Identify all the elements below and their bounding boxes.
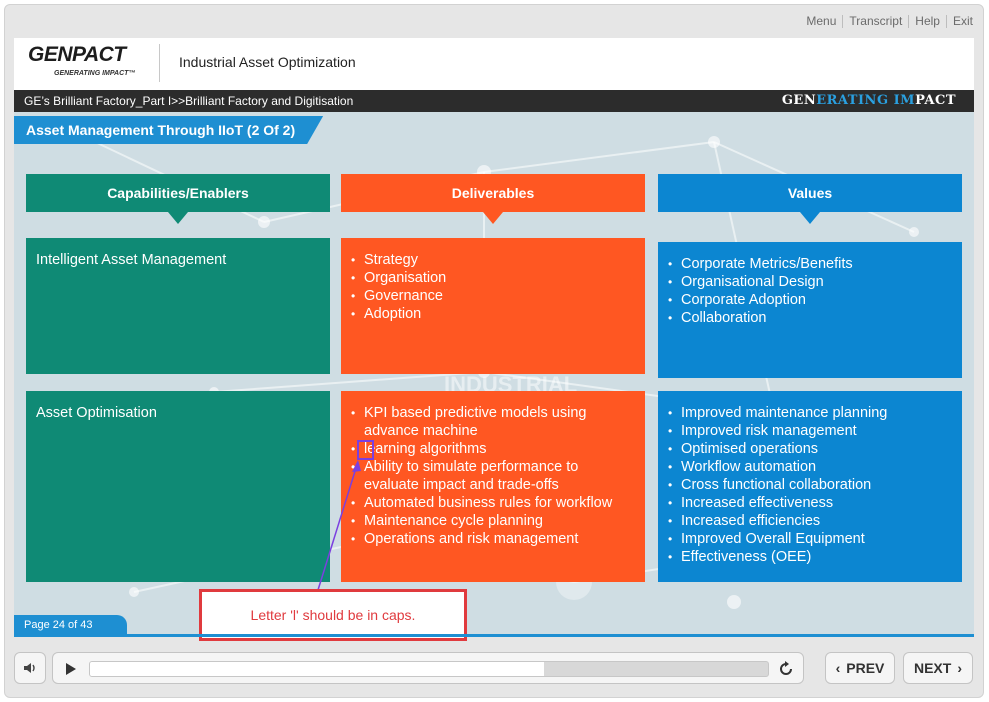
header-arrow: [168, 212, 188, 224]
breadcrumb-bar: GE’s Brilliant Factory_Part I>>Brilliant…: [14, 90, 974, 112]
help-link[interactable]: Help: [915, 14, 940, 28]
nav-separator: [908, 14, 910, 28]
values-list: Improved maintenance planning Improved r…: [668, 404, 954, 566]
breadcrumb: GE’s Brilliant Factory_Part I>>Brilliant…: [24, 94, 354, 108]
slide-title: Asset Management Through IIoT (2 Of 2): [26, 122, 296, 138]
chevron-right-icon: ›: [957, 660, 962, 676]
nav-separator: [842, 14, 844, 28]
column-header-values: Values: [658, 174, 962, 224]
play-icon[interactable]: [61, 660, 79, 678]
column-header-deliverables: Deliverables: [341, 174, 645, 224]
deliverables-list: KPI based predictive models using advanc…: [351, 404, 637, 548]
course-header: GENPACT GENERATING IMPACT™ Industrial As…: [14, 38, 974, 90]
header-divider: [159, 44, 160, 82]
list-item: Improved risk management: [668, 422, 954, 440]
page-indicator: Page 24 of 43: [14, 615, 127, 636]
tagline-part: IM: [893, 93, 916, 108]
cell-values-2: Improved maintenance planning Improved r…: [658, 391, 962, 582]
list-item: Improved Overall Equipment: [668, 530, 954, 548]
replay-icon[interactable]: [777, 660, 795, 678]
list-item: Effectiveness (OEE): [668, 548, 954, 566]
list-item: Adoption: [351, 305, 637, 323]
nav-separator: [945, 14, 947, 28]
exit-link[interactable]: Exit: [953, 14, 973, 28]
list-item: Corporate Metrics/Benefits: [668, 255, 954, 273]
list-item: Workflow automation: [668, 458, 954, 476]
column-header-label: Values: [787, 185, 833, 201]
speaker-icon: [24, 663, 35, 673]
error-highlight-box: [357, 440, 374, 460]
tagline-part: GEN: [781, 93, 817, 108]
list-item: Collaboration: [668, 309, 954, 327]
cell-capability-1: Intelligent Asset Management: [26, 238, 330, 374]
column-header-label: Deliverables: [451, 185, 535, 201]
list-item: Optimised operations: [668, 440, 954, 458]
stage-bottom-line: [14, 634, 974, 637]
column-header-capabilities: Capabilities/Enablers: [26, 174, 330, 224]
top-navigation: Menu Transcript Help Exit: [806, 14, 973, 28]
genpact-logo: GENPACT: [28, 43, 126, 66]
tagline-part: PACT: [915, 93, 956, 108]
progress-track[interactable]: [89, 661, 769, 677]
logo-tagline: GENERATING IMPACT™: [54, 70, 136, 77]
cell-deliverables-1: Strategy Organisation Governance Adoptio…: [341, 238, 645, 374]
list-item: Increased effectiveness: [668, 494, 954, 512]
list-item: learning algorithms: [351, 440, 637, 458]
playback-bar: [52, 652, 804, 684]
column-header-label: Capabilities/Enablers: [107, 185, 249, 201]
header-arrow: [800, 212, 820, 224]
player-controls: ‹ PREV NEXT ›: [14, 650, 974, 686]
list-item: Organisation: [351, 269, 637, 287]
list-item: Cross functional collaboration: [668, 476, 954, 494]
course-title: Industrial Asset Optimization: [179, 54, 356, 70]
transcript-link[interactable]: Transcript: [849, 14, 902, 28]
list-item: Governance: [351, 287, 637, 305]
list-item: Organisational Design: [668, 273, 954, 291]
cell-values-1: Corporate Metrics/Benefits Organisationa…: [658, 242, 962, 378]
capability-text: Intelligent Asset Management: [36, 252, 227, 268]
list-item: KPI based predictive models using advanc…: [351, 404, 637, 440]
prev-button[interactable]: ‹ PREV: [825, 652, 895, 684]
list-item: Maintenance cycle planning: [351, 512, 637, 530]
list-item: Operations and risk management: [351, 530, 637, 548]
progress-fill: [90, 662, 545, 676]
menu-link[interactable]: Menu: [806, 14, 836, 28]
volume-button[interactable]: [14, 652, 46, 684]
header-arrow: [483, 212, 503, 224]
list-item: Improved maintenance planning: [668, 404, 954, 422]
next-button[interactable]: NEXT ›: [903, 652, 973, 684]
deliverables-list: Strategy Organisation Governance Adoptio…: [351, 251, 637, 323]
slide-title-tab: Asset Management Through IIoT (2 Of 2): [14, 116, 323, 144]
list-item: Automated business rules for workflow: [351, 494, 637, 512]
list-item: Corporate Adoption: [668, 291, 954, 309]
chevron-left-icon: ‹: [835, 660, 841, 676]
generating-impact-tagline: GENERATING IMPACT: [782, 93, 956, 108]
next-label: NEXT: [913, 660, 952, 676]
cell-deliverables-2: KPI based predictive models using advanc…: [341, 391, 645, 582]
values-list: Corporate Metrics/Benefits Organisationa…: [668, 255, 954, 327]
list-item: Strategy: [351, 251, 637, 269]
cell-capability-2: Asset Optimisation: [26, 391, 330, 582]
list-item: Ability to simulate performance to evalu…: [351, 458, 637, 494]
list-item: Increased efficiencies: [668, 512, 954, 530]
tagline-part: ERATING: [816, 93, 894, 108]
prev-label: PREV: [846, 660, 885, 676]
capability-text: Asset Optimisation: [36, 405, 157, 421]
